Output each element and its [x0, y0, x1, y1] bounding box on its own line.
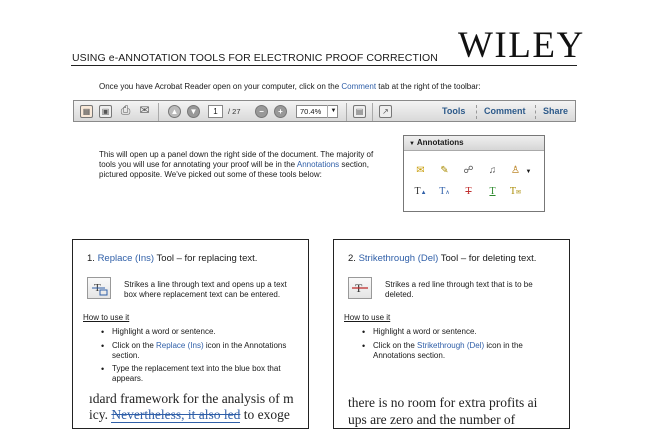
box1-bullet-2: Click on the Replace (Ins) icon in the A… [101, 341, 287, 361]
add-note-to-text-icon[interactable]: T✉ [509, 186, 522, 198]
replace-example-line2: icy. Nevertheless, it also led to exoge [89, 407, 290, 423]
attach-file-icon[interactable]: ☍ [462, 165, 475, 177]
panel-text-line2-before: tools you will use for annotating your p… [99, 160, 297, 169]
strikethrough-tool-link: Strikethrough (Del) [358, 253, 439, 264]
annotations-panel: ▼ Annotations ✉ ✎ ☍ ♫ ♙ ▼ T▲ T∧ T T T✉ [403, 135, 545, 212]
annotations-panel-title: Annotations [416, 138, 464, 147]
zoom-out-icon[interactable]: − [255, 105, 268, 118]
zoom-in-icon[interactable]: + [274, 105, 287, 118]
replace-example-after: to exoge [240, 407, 290, 422]
box1-bullet-1: Highlight a word or sentence. [101, 327, 216, 337]
box1-bullet2-link: Replace (Ins) [156, 341, 204, 350]
annotations-panel-header[interactable]: ▼ Annotations [404, 136, 544, 151]
wiley-logo: WILEY [458, 25, 585, 66]
replace-example-struck: Nevertheless, it also led [111, 407, 241, 423]
box2-bullet-2: Click on the Strikethrough (Del) icon in… [362, 341, 523, 361]
box1-bullet2-after: icon in the Annotations [203, 341, 287, 350]
box1-title-rest: Tool – for replacing text. [154, 253, 258, 264]
page-header-title: USING e-ANNOTATION TOOLS FOR ELECTRONIC … [72, 52, 438, 64]
read-mode-icon[interactable]: ↗ [379, 105, 392, 118]
strikethrough-tool-title: 2. Strikethrough (Del) Tool – for deleti… [348, 253, 536, 264]
create-pdf-icon[interactable]: ▦ [80, 105, 93, 118]
box2-title-rest: Tool – for deleting text. [438, 253, 537, 264]
box1-bullet2-before: Click on the [112, 341, 157, 350]
box1-desc-line2: box where replacement text can be entere… [124, 290, 281, 299]
toolbar-separator [372, 103, 373, 121]
panel-text-line2-after: section, [339, 160, 369, 169]
strikethrough-tool-icon: T [348, 277, 372, 299]
stamp-dropdown-icon[interactable]: ▼ [522, 166, 535, 178]
page-up-icon[interactable]: ▲ [168, 105, 181, 118]
comment-tab[interactable]: Comment [484, 106, 526, 116]
box2-number: 2. [348, 253, 359, 264]
strike-example-line1: there is no room for extra profits ai [348, 395, 538, 410]
replace-tool-link: Replace (Ins) [97, 253, 155, 264]
zoom-dropdown-icon[interactable]: ▼ [327, 105, 339, 118]
box1-number: 1. [87, 253, 98, 264]
save-icon[interactable]: ▣ [99, 105, 112, 118]
print-icon[interactable]: ⎙ [119, 104, 132, 118]
how-to-use-heading: How to use it [83, 313, 130, 322]
box2-bullet2-line2: Annotations section. [373, 351, 446, 360]
box1-bullet2-line2: section. [112, 351, 140, 360]
toolbar-divider [476, 105, 478, 119]
replace-example-line1: ıdard framework for the analysis of m [89, 391, 294, 406]
panel-text-line3: pictured opposite. We've picked out some… [99, 170, 322, 179]
box2-bullet2-after: icon in the [484, 341, 523, 350]
replace-tool-description: Strikes a line through text and opens up… [124, 280, 287, 300]
collapse-triangle-icon: ▼ [409, 141, 415, 147]
acrobat-toolbar: ▦ ▣ ⎙ ✉ ▲ ▼ 1 / 27 − + 70.4% ▼ ▤ ↗ Tools… [73, 100, 576, 122]
highlight-icon[interactable]: ✎ [438, 165, 451, 177]
box1-bullet3-line1: Type the replacement text into the blue … [112, 364, 281, 373]
page-total: / 27 [228, 107, 241, 116]
replace-text-icon[interactable]: T▲ [414, 186, 427, 198]
box2-desc-line1: Strikes a red line through text that is … [385, 280, 533, 289]
stamp-icon[interactable]: ♙ [509, 165, 522, 177]
insert-text-icon[interactable]: T∧ [438, 186, 451, 198]
toolbar-separator [158, 103, 159, 121]
page-number-input[interactable]: 1 [208, 105, 223, 118]
toolbar-divider [535, 105, 537, 119]
toolbar-separator [346, 103, 347, 121]
record-audio-icon[interactable]: ♫ [486, 165, 499, 177]
box2-bullet2-link: Strikethrough (Del) [417, 341, 485, 350]
box1-bullet3-line2: appears. [112, 374, 144, 383]
replace-tool-card: 1. Replace (Ins) Tool – for replacing te… [72, 239, 309, 429]
replace-tool-title: 1. Replace (Ins) Tool – for replacing te… [87, 253, 257, 264]
email-icon[interactable]: ✉ [138, 104, 151, 118]
intro-comment-link: Comment [341, 82, 377, 91]
strikethrough-tool-description: Strikes a red line through text that is … [385, 280, 533, 300]
sticky-note-icon[interactable]: ✉ [414, 165, 427, 177]
intro-before: Once you have Acrobat Reader open on you… [99, 82, 342, 91]
strikethrough-icon[interactable]: T [462, 186, 475, 198]
box2-bullet2-before: Click on the [373, 341, 418, 350]
strike-example-line2: ups are zero and the number of [348, 412, 516, 427]
panel-explanation: This will open up a panel down the right… [99, 150, 389, 180]
tools-tab[interactable]: Tools [442, 106, 465, 116]
replace-example-before: icy. [89, 407, 112, 422]
box2-bullet-1: Highlight a word or sentence. [362, 327, 477, 337]
strikethrough-tool-card: 2. Strikethrough (Del) Tool – for deleti… [333, 239, 570, 429]
underline-icon[interactable]: T [486, 186, 499, 198]
intro-after: tab at the right of the toolbar: [376, 82, 481, 91]
replace-tool-icon: T [87, 277, 111, 299]
share-tab[interactable]: Share [543, 106, 568, 116]
annotations-link: Annotations [296, 160, 340, 169]
intro-text: Once you have Acrobat Reader open on you… [99, 82, 481, 91]
how-to-use-heading: How to use it [344, 313, 391, 322]
page-down-icon[interactable]: ▼ [187, 105, 200, 118]
fit-page-icon[interactable]: ▤ [353, 105, 366, 118]
panel-text-line1: This will open up a panel down the right… [99, 150, 374, 159]
panel-text-line2: tools you will use for annotating your p… [99, 160, 389, 170]
box1-bullet-3: Type the replacement text into the blue … [101, 364, 281, 384]
box2-desc-line2: deleted. [385, 290, 414, 299]
box1-desc-line1: Strikes a line through text and opens up… [124, 280, 287, 289]
